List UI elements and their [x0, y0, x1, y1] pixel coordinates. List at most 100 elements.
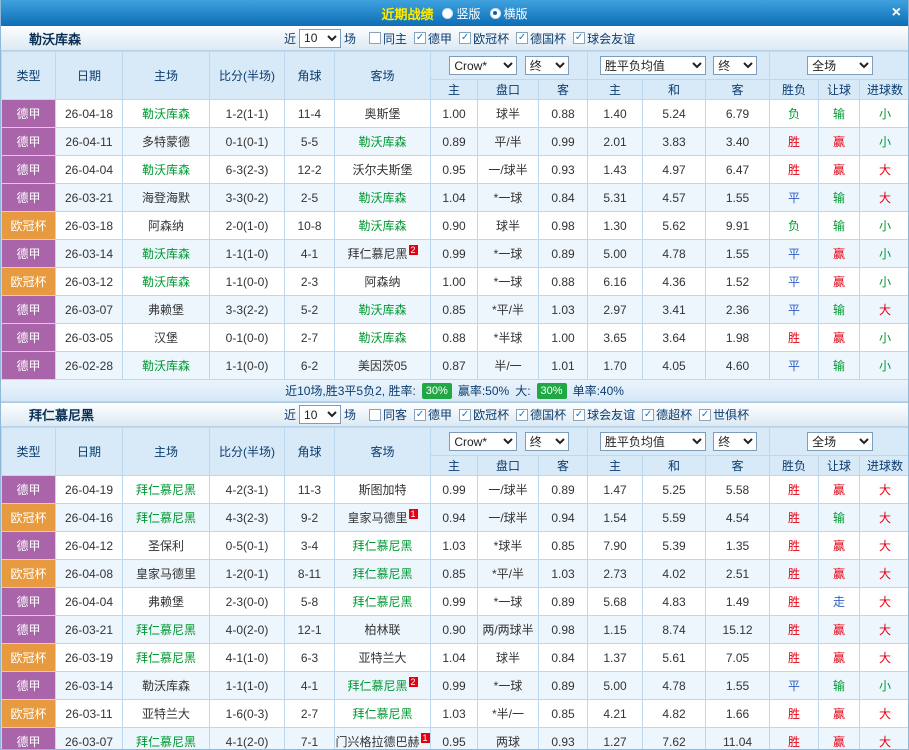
radio-horizontal-layout[interactable]: 横版: [490, 5, 528, 22]
scope-select[interactable]: 全场: [807, 432, 873, 451]
team-name-link[interactable]: 奥斯堡: [364, 107, 400, 121]
checkbox-icon[interactable]: [369, 32, 381, 44]
filter-球会友谊[interactable]: ✓球会友谊: [573, 30, 635, 47]
team-name-link[interactable]: 拜仁慕尼黑: [352, 567, 412, 581]
result-cell: 平: [770, 672, 819, 700]
team-name-link[interactable]: 拜仁慕尼黑: [352, 539, 412, 553]
odds-stage-select[interactable]: 终: [525, 432, 569, 451]
filter-德甲[interactable]: ✓德甲: [414, 30, 452, 47]
team-name-link[interactable]: 美因茨05: [358, 359, 407, 373]
handicap-result-cell: 输: [819, 184, 860, 212]
match-count-select[interactable]: 10: [299, 29, 341, 48]
filter-同客[interactable]: 同客: [369, 406, 407, 423]
checkbox-icon[interactable]: ✓: [516, 32, 528, 44]
radio-vertical-layout[interactable]: 竖版: [442, 5, 480, 22]
filter-同主[interactable]: 同主: [369, 30, 407, 47]
team-name-link[interactable]: 阿森纳: [364, 275, 400, 289]
ep-type-select[interactable]: 胜平负均值: [600, 432, 706, 451]
team-name-link[interactable]: 汉堡: [154, 331, 178, 345]
score-cell: 4-0(2-0): [210, 616, 285, 644]
checkbox-icon[interactable]: ✓: [699, 409, 711, 421]
team-name-link[interactable]: 勒沃库森: [358, 303, 406, 317]
team-name-link[interactable]: 沃尔夫斯堡: [352, 163, 412, 177]
team-name-link[interactable]: 阿森纳: [148, 219, 184, 233]
filter-世俱杯[interactable]: ✓世俱杯: [699, 406, 749, 423]
team-name-link[interactable]: 柏林联: [364, 623, 400, 637]
team-name-link[interactable]: 拜仁慕尼黑: [136, 511, 196, 525]
team-name-link[interactable]: 拜仁慕尼黑: [136, 735, 196, 749]
filter-欧冠杯[interactable]: ✓欧冠杯: [459, 30, 509, 47]
team-name-link[interactable]: 拜仁慕尼黑: [347, 247, 407, 261]
team-name-link[interactable]: 斯图加特: [358, 483, 406, 497]
team-name-link[interactable]: 拜仁慕尼黑: [352, 707, 412, 721]
odds-stage-select[interactable]: 终: [525, 56, 569, 75]
team-name-link[interactable]: 弗赖堡: [148, 303, 184, 317]
team-name-link[interactable]: 多特蒙德: [142, 135, 190, 149]
ep-stage-select[interactable]: 终: [713, 432, 757, 451]
team-name-link[interactable]: 勒沃库森: [142, 107, 190, 121]
match-count-select[interactable]: 10: [299, 405, 341, 424]
checkbox-icon[interactable]: ✓: [573, 409, 585, 421]
team-name-link[interactable]: 勒沃库森: [142, 679, 190, 693]
team-name-link[interactable]: 勒沃库森: [142, 359, 190, 373]
team-name-link[interactable]: 拜仁慕尼黑: [352, 595, 412, 609]
checkbox-icon[interactable]: ✓: [414, 409, 426, 421]
team-name-link[interactable]: 拜仁慕尼黑: [136, 651, 196, 665]
team-name-link[interactable]: 拜仁慕尼黑: [136, 623, 196, 637]
filter-德国杯[interactable]: ✓德国杯: [516, 406, 566, 423]
odds-company-select[interactable]: Crow*: [449, 432, 517, 451]
match-row: 德甲26-04-18勒沃库森1-2(1-1)11-4奥斯堡1.00球半0.881…: [2, 100, 909, 128]
filter-德国杯[interactable]: ✓德国杯: [516, 30, 566, 47]
match-row: 德甲26-03-21海登海默3-3(0-2)2-5勒沃库森1.04*一球0.84…: [2, 184, 909, 212]
date-cell: 26-03-07: [56, 728, 123, 750]
checkbox-icon[interactable]: ✓: [459, 409, 471, 421]
corner-cell: 7-1: [285, 728, 335, 750]
team-name-link[interactable]: 勒沃库森: [358, 331, 406, 345]
team-name-link[interactable]: 勒沃库森: [358, 191, 406, 205]
asia-home-odds-cell: 1.04: [431, 644, 478, 672]
team-name-link[interactable]: 亚特兰大: [142, 707, 190, 721]
team-name-link[interactable]: 亚特兰大: [358, 651, 406, 665]
checkbox-icon[interactable]: ✓: [642, 409, 654, 421]
home-team-cell: 拜仁慕尼黑: [123, 728, 210, 750]
checkbox-icon[interactable]: ✓: [414, 32, 426, 44]
team-name-link[interactable]: 拜仁慕尼黑: [347, 679, 407, 693]
league-cell: 德甲: [2, 616, 56, 644]
team-name-link[interactable]: 圣保利: [148, 539, 184, 553]
checkbox-icon[interactable]: ✓: [573, 32, 585, 44]
checkbox-icon[interactable]: ✓: [459, 32, 471, 44]
ep-home-cell: 5.00: [588, 672, 643, 700]
filter-欧冠杯[interactable]: ✓欧冠杯: [459, 406, 509, 423]
team-name-link[interactable]: 勒沃库森: [142, 163, 190, 177]
team-name-link[interactable]: 门兴格拉德巴赫: [335, 735, 419, 749]
team-name-link[interactable]: 勒沃库森: [142, 275, 190, 289]
team-name-link[interactable]: 勒沃库森: [358, 135, 406, 149]
result-cell: 胜: [770, 532, 819, 560]
ep-type-select[interactable]: 胜平负均值: [600, 56, 706, 75]
filter-label: 德超杯: [656, 406, 692, 423]
odds-company-select[interactable]: Crow*: [449, 56, 517, 75]
team-name-link[interactable]: 拜仁慕尼黑: [136, 483, 196, 497]
home-team-cell: 勒沃库森: [123, 672, 210, 700]
filter-球会友谊[interactable]: ✓球会友谊: [573, 406, 635, 423]
team-name-link[interactable]: 皇家马德里: [136, 567, 196, 581]
checkbox-icon[interactable]: ✓: [516, 409, 528, 421]
team-name-link[interactable]: 勒沃库森: [142, 247, 190, 261]
scope-select[interactable]: 全场: [807, 56, 873, 75]
filter-德甲[interactable]: ✓德甲: [414, 406, 452, 423]
checkbox-icon[interactable]: [369, 409, 381, 421]
team-name-link[interactable]: 弗赖堡: [148, 595, 184, 609]
ep-stage-select[interactable]: 终: [713, 56, 757, 75]
team-name-link[interactable]: 海登海默: [142, 191, 190, 205]
league-cell: 德甲: [2, 100, 56, 128]
score-cell: 1-2(1-1): [210, 100, 285, 128]
goals-result-cell: 大: [860, 588, 909, 616]
team-name-link[interactable]: 勒沃库森: [358, 219, 406, 233]
team-name-link[interactable]: 皇家马德里: [347, 511, 407, 525]
away-team-cell: 皇家马德里1: [335, 504, 431, 532]
handicap-result-cell: 走: [819, 588, 860, 616]
close-icon[interactable]: ×: [892, 3, 901, 23]
ep-draw-cell: 3.64: [643, 324, 706, 352]
filter-德超杯[interactable]: ✓德超杯: [642, 406, 692, 423]
ep-home-cell: 6.16: [588, 268, 643, 296]
